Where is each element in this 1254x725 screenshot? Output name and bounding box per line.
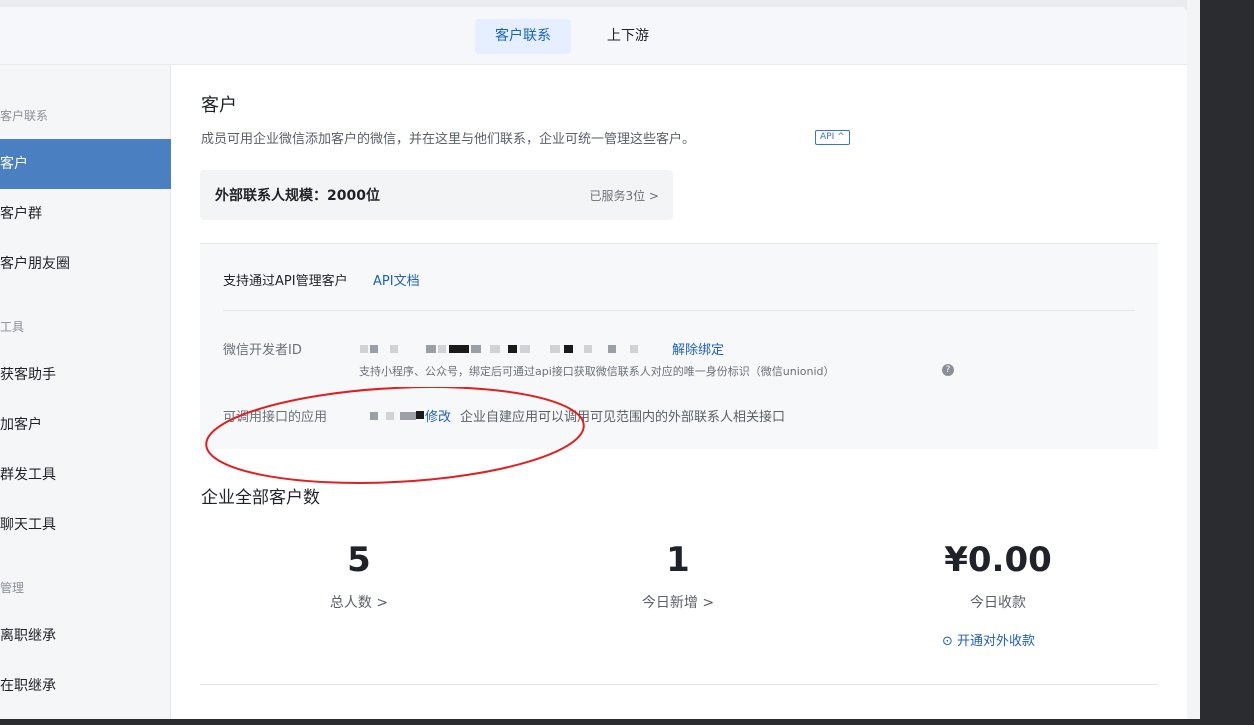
main-content: 客户 成员可用企业微信添加客户的微信，并在这里与他们联系，企业可统一管理这些客户… — [171, 65, 1187, 725]
help-icon[interactable]: ? — [942, 364, 954, 376]
app-window: 客户联系 上下游 客户联系 客户 客户群 客户朋友圈 工具 获客助手 加客户 群… — [0, 7, 1187, 725]
page-description: 成员可用企业微信添加客户的微信，并在这里与他们联系，企业可统一管理这些客户。 — [201, 132, 696, 147]
annotation-ellipse-shape — [205, 387, 585, 484]
sidebar-item-acquisition[interactable]: 获客助手 — [0, 350, 171, 400]
desktop-bottom-edge — [0, 719, 1254, 725]
contact-scale-card: 外部联系人规模：2000位 已服务3位 > — [200, 170, 673, 220]
api-panel-title: 支持通过API管理客户 — [223, 274, 348, 289]
tab-customer-contact[interactable]: 客户联系 — [475, 19, 571, 54]
sidebar-item-broadcast[interactable]: 群发工具 — [0, 450, 171, 500]
api-divider — [223, 310, 1135, 311]
page-title: 客户 — [201, 95, 237, 116]
tab-upstream-downstream[interactable]: 上下游 — [587, 19, 669, 54]
sidebar-item-customer-groups[interactable]: 客户群 — [0, 189, 171, 239]
dev-id-label: 微信开发者ID — [223, 343, 302, 358]
contact-scale-label: 外部联系人规模：2000位 — [215, 188, 380, 204]
stat-total-label[interactable]: 总人数 > — [259, 592, 459, 612]
sidebar-item-active-inherit[interactable]: 在职继承 — [0, 661, 171, 711]
stat-today-income-label: 今日收款 — [970, 595, 1026, 611]
unbind-link[interactable]: 解除绑定 — [672, 339, 724, 358]
desktop-edge — [1200, 0, 1254, 725]
api-doc-link[interactable]: API文档 — [373, 270, 420, 289]
stats-title: 企业全部客户数 — [201, 488, 320, 508]
stat-today-income: ¥0.00 今日收款 — [898, 540, 1098, 612]
sidebar-item-resigned-inherit[interactable]: 离职继承 — [0, 611, 171, 661]
sidebar-section-manage: 管理 — [0, 581, 25, 595]
stat-today-new-label[interactable]: 今日新增 > — [578, 592, 778, 612]
open-payment-link[interactable]: ⊙ 开通对外收款 — [942, 630, 1035, 649]
api-toggle-tag[interactable]: API ^ — [815, 130, 850, 145]
dev-id-hint: 支持小程序、公众号，绑定后可通过api接口获取微信联系人对应的唯一身份标识（微信… — [359, 365, 835, 378]
sidebar-item-chat-tools[interactable]: 聊天工具 — [0, 500, 171, 550]
window-gap — [1187, 0, 1200, 725]
served-count-link[interactable]: 已服务3位 > — [589, 187, 659, 204]
stat-today-income-value: ¥0.00 — [944, 540, 1052, 580]
stat-today-new-value: 1 — [666, 540, 690, 580]
section-divider — [200, 684, 1158, 685]
sidebar: 客户联系 客户 客户群 客户朋友圈 工具 获客助手 加客户 群发工具 聊天工具 … — [0, 65, 171, 725]
stat-total-value: 5 — [347, 540, 371, 580]
sidebar-section-tools: 工具 — [0, 320, 25, 334]
sidebar-item-moments[interactable]: 客户朋友圈 — [0, 239, 171, 289]
red-annotation-ellipse — [205, 387, 585, 484]
top-tab-bar: 客户联系 上下游 — [0, 7, 1187, 65]
sidebar-item-customers[interactable]: 客户 — [0, 139, 171, 189]
stat-today-new: 1 今日新增 > — [578, 540, 778, 612]
sidebar-item-add-customer[interactable]: 加客户 — [0, 400, 171, 450]
sidebar-section-contact: 客户联系 — [0, 109, 49, 123]
stat-total: 5 总人数 > — [259, 540, 459, 612]
